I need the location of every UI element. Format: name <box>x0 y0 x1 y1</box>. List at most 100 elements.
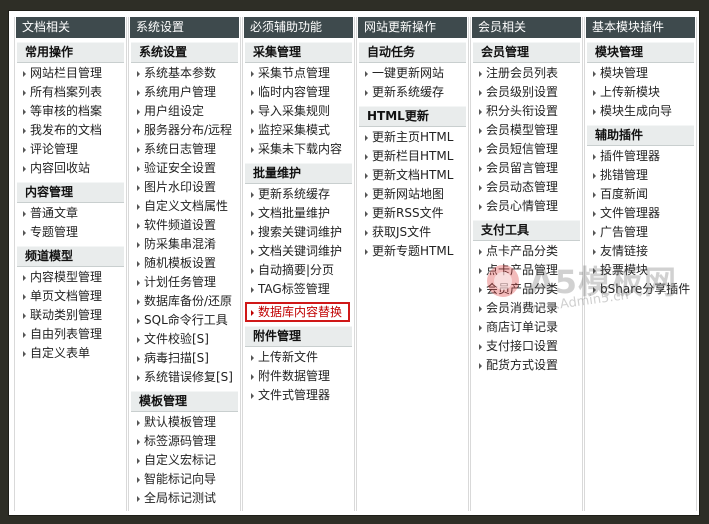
menu-item[interactable]: 自定义宏标记 <box>129 451 240 470</box>
menu-item[interactable]: 数据库备份/还原 <box>129 292 240 311</box>
menu-item[interactable]: 系统基本参数 <box>129 64 240 83</box>
menu-item[interactable]: 临时内容管理 <box>243 83 354 102</box>
menu-item[interactable]: 随机模板设置 <box>129 254 240 273</box>
menu-item[interactable]: 注册会员列表 <box>471 64 582 83</box>
menu-item[interactable]: 文件管理器 <box>585 204 696 223</box>
menu-item[interactable]: 文档批量维护 <box>243 204 354 223</box>
menu-item[interactable]: TAG标签管理 <box>243 280 354 299</box>
menu-item[interactable]: 会员级别设置 <box>471 83 582 102</box>
menu-item[interactable]: 系统用户管理 <box>129 83 240 102</box>
arrow-right-icon <box>23 70 26 77</box>
menu-item[interactable]: 会员短信管理 <box>471 140 582 159</box>
menu-item-content-models[interactable]: 内容模型管理 <box>15 268 126 287</box>
menu-item-articles[interactable]: 普通文章 <box>15 204 126 223</box>
arrow-right-icon <box>479 286 482 293</box>
menu-item-pending-archives[interactable]: 等审核的档案 <box>15 102 126 121</box>
menu-item[interactable]: 文件式管理器 <box>243 386 354 405</box>
menu-item-recycle-bin[interactable]: 内容回收站 <box>15 159 126 178</box>
menu-item[interactable]: 商店订单记录 <box>471 318 582 337</box>
menu-item[interactable]: 模块管理 <box>585 64 696 83</box>
arrow-right-icon <box>23 146 26 153</box>
menu-item[interactable]: 图片水印设置 <box>129 178 240 197</box>
menu-item[interactable]: 智能标记向导 <box>129 470 240 489</box>
menu-item[interactable]: SQL命令行工具 <box>129 311 240 330</box>
menu-item[interactable]: 百度新闻 <box>585 185 696 204</box>
menu-item[interactable]: 自定义文档属性 <box>129 197 240 216</box>
menu-item[interactable]: 更新主页HTML <box>357 128 468 147</box>
arrow-right-icon <box>593 108 596 115</box>
menu-item[interactable]: 会员消费记录 <box>471 299 582 318</box>
menu-item[interactable]: 标签源码管理 <box>129 432 240 451</box>
menu-item[interactable]: 更新专题HTML <box>357 242 468 261</box>
menu-item[interactable]: 上传新文件 <box>243 348 354 367</box>
menu-item[interactable]: 验证安全设置 <box>129 159 240 178</box>
menu-item-custom-forms[interactable]: 自定义表单 <box>15 344 126 363</box>
menu-item[interactable]: 更新系统缓存 <box>357 83 468 102</box>
arrow-right-icon <box>23 274 26 281</box>
menu-item[interactable]: 更新栏目HTML <box>357 147 468 166</box>
menu-item[interactable]: 投票模块 <box>585 261 696 280</box>
menu-item[interactable]: 配货方式设置 <box>471 356 582 375</box>
menu-item[interactable]: 用户组设定 <box>129 102 240 121</box>
section-header: 批量维护 <box>245 163 352 184</box>
menu-item[interactable]: 点卡产品管理 <box>471 261 582 280</box>
menu-item[interactable]: 自动摘要|分页 <box>243 261 354 280</box>
arrow-right-icon <box>137 70 140 77</box>
section-header: 自动任务 <box>359 42 466 63</box>
menu-item[interactable]: 获取JS文件 <box>357 223 468 242</box>
menu-item[interactable]: 软件频道设置 <box>129 216 240 235</box>
menu-item-site-columns[interactable]: 网站栏目管理 <box>15 64 126 83</box>
menu-item[interactable]: 积分头衔设置 <box>471 102 582 121</box>
menu-item[interactable]: 插件管理器 <box>585 147 696 166</box>
menu-item[interactable]: 全局标记测试 <box>129 489 240 508</box>
arrow-right-icon <box>137 165 140 172</box>
arrow-right-icon <box>251 373 254 380</box>
menu-item[interactable]: bShare分享插件 <box>585 280 696 299</box>
menu-item[interactable]: 广告管理 <box>585 223 696 242</box>
menu-item[interactable]: 默认模板管理 <box>129 413 240 432</box>
menu-item[interactable]: 防采集串混淆 <box>129 235 240 254</box>
menu-item[interactable]: 搜索关键词维护 <box>243 223 354 242</box>
menu-item-free-lists[interactable]: 自由列表管理 <box>15 325 126 344</box>
column-title: 会员相关 <box>472 17 581 38</box>
menu-item[interactable]: 更新系统缓存 <box>243 185 354 204</box>
menu-item[interactable]: 点卡产品分类 <box>471 242 582 261</box>
menu-item[interactable]: 支付接口设置 <box>471 337 582 356</box>
arrow-right-icon <box>137 476 140 483</box>
menu-item[interactable]: 附件数据管理 <box>243 367 354 386</box>
menu-item[interactable]: 计划任务管理 <box>129 273 240 292</box>
menu-item[interactable]: 更新网站地图 <box>357 185 468 204</box>
menu-item[interactable]: 系统日志管理 <box>129 140 240 159</box>
menu-item-topics[interactable]: 专题管理 <box>15 223 126 242</box>
menu-item[interactable]: 监控采集模式 <box>243 121 354 140</box>
menu-item[interactable]: 会员模型管理 <box>471 121 582 140</box>
menu-item[interactable]: 挑错管理 <box>585 166 696 185</box>
menu-item[interactable]: 会员动态管理 <box>471 178 582 197</box>
menu-item[interactable]: 采集节点管理 <box>243 64 354 83</box>
arrow-right-icon <box>365 210 368 217</box>
menu-item-all-archives[interactable]: 所有档案列表 <box>15 83 126 102</box>
menu-item[interactable]: 会员产品分类 <box>471 280 582 299</box>
menu-item-linked-categories[interactable]: 联动类别管理 <box>15 306 126 325</box>
menu-item[interactable]: 服务器分布/远程 <box>129 121 240 140</box>
menu-item-db-replace-highlighted[interactable]: 数据库内容替换 <box>245 302 350 322</box>
menu-item[interactable]: 更新文档HTML <box>357 166 468 185</box>
menu-item[interactable]: 系统错误修复[S] <box>129 368 240 387</box>
menu-item[interactable]: 文档关键词维护 <box>243 242 354 261</box>
menu-item[interactable]: 会员留言管理 <box>471 159 582 178</box>
menu-item[interactable]: 友情链接 <box>585 242 696 261</box>
menu-item[interactable]: 上传新模块 <box>585 83 696 102</box>
menu-item[interactable]: 导入采集规则 <box>243 102 354 121</box>
menu-item[interactable]: 更新RSS文件 <box>357 204 468 223</box>
menu-item[interactable]: 文件校验[S] <box>129 330 240 349</box>
menu-item[interactable]: 一键更新网站 <box>357 64 468 83</box>
menu-item-single-pages[interactable]: 单页文档管理 <box>15 287 126 306</box>
menu-item[interactable]: 会员心情管理 <box>471 197 582 216</box>
menu-item-my-documents[interactable]: 我发布的文档 <box>15 121 126 140</box>
menu-item[interactable]: 病毒扫描[S] <box>129 349 240 368</box>
menu-item[interactable]: 采集未下载内容 <box>243 140 354 159</box>
arrow-right-icon <box>479 362 482 369</box>
arrow-right-icon <box>23 210 26 217</box>
menu-item[interactable]: 模块生成向导 <box>585 102 696 121</box>
menu-item-comments[interactable]: 评论管理 <box>15 140 126 159</box>
